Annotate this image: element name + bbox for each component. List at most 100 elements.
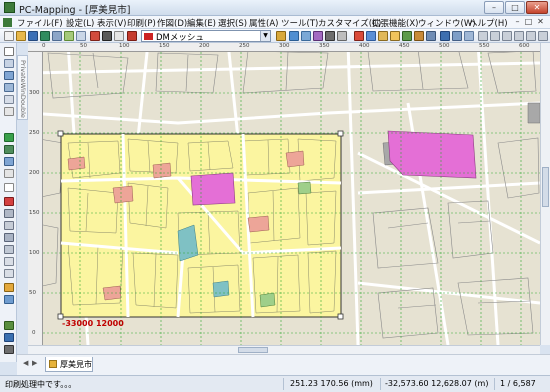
panel-icon[interactable] <box>526 31 536 41</box>
table-icon[interactable] <box>426 31 436 41</box>
layers-icon[interactable] <box>4 333 14 342</box>
select-icon[interactable] <box>4 47 14 56</box>
tab-next-icon[interactable]: ▶ <box>32 359 37 367</box>
menu-select[interactable]: 選択(S) <box>218 17 247 29</box>
hand-icon[interactable] <box>4 95 14 104</box>
zoom-out-icon[interactable] <box>4 83 14 92</box>
copy-icon[interactable] <box>76 31 86 41</box>
scale-icon[interactable] <box>4 245 14 254</box>
pointer-icon[interactable] <box>102 31 112 41</box>
help-icon[interactable] <box>478 31 488 41</box>
delete-icon[interactable] <box>4 197 14 206</box>
menu-extensions[interactable]: 拡張機能(X) <box>372 17 418 29</box>
sheet-icon[interactable] <box>440 31 450 41</box>
palette-tab[interactable]: PrivateWinDouble <box>17 55 28 120</box>
save-icon[interactable] <box>28 31 38 41</box>
facility-magenta <box>387 130 477 179</box>
ruler-tick: 100 <box>29 250 40 256</box>
fit-view-icon[interactable] <box>337 31 347 41</box>
window-tile-icon[interactable] <box>452 31 462 41</box>
menu-file[interactable]: ファイル(F) <box>17 17 63 29</box>
cut-icon[interactable] <box>64 31 74 41</box>
menu-print[interactable]: 印刷(P) <box>127 17 156 29</box>
ruler-tick: 250 <box>239 43 250 49</box>
pan-icon[interactable] <box>325 31 335 41</box>
menu-edit[interactable]: 編集(E) <box>187 17 216 29</box>
layer-icon[interactable] <box>127 31 137 41</box>
tab-sheet[interactable]: 厚美見市 <box>45 357 93 372</box>
mesh-label: -33000 12000 <box>62 319 124 328</box>
info-icon[interactable] <box>490 31 500 41</box>
move-icon[interactable] <box>4 209 14 218</box>
ruler-tick: 350 <box>319 43 330 49</box>
copy-shape-icon[interactable] <box>4 221 14 230</box>
new-file-icon[interactable] <box>4 31 14 41</box>
tab-prev-icon[interactable]: ◀ <box>23 359 28 367</box>
find-icon[interactable] <box>4 283 14 292</box>
style-icon[interactable] <box>390 31 400 41</box>
ruler-tick: 50 <box>80 43 87 49</box>
maximize-button[interactable]: □ <box>505 1 525 14</box>
horizontal-scroll-thumb[interactable] <box>238 347 268 353</box>
attribute-icon[interactable] <box>402 31 412 41</box>
rectangle-select-icon[interactable] <box>4 59 14 68</box>
save-all-icon[interactable] <box>40 31 50 41</box>
ruler-tick: 250 <box>29 130 40 136</box>
more-icon[interactable] <box>538 31 548 41</box>
zoom-out-icon[interactable] <box>313 31 323 41</box>
search-icon[interactable] <box>414 31 424 41</box>
line-icon[interactable] <box>4 183 14 192</box>
menu-window[interactable]: ウィンドウ(W) <box>418 17 476 29</box>
menu-view[interactable]: 表示(V) <box>97 17 126 29</box>
split-shape-icon[interactable] <box>4 257 14 266</box>
rotate-icon[interactable] <box>4 233 14 242</box>
window-title: PC-Mapping - [厚美見市] <box>19 5 131 16</box>
split-icon[interactable] <box>514 31 524 41</box>
mdi-minimize-button[interactable]: – <box>513 18 522 27</box>
menu-draw[interactable]: 作図(D) <box>157 17 187 29</box>
measure-icon[interactable] <box>354 31 364 41</box>
ruler-left: 300 250 200 150 100 50 0 <box>28 52 43 345</box>
zoom-in-icon[interactable] <box>301 31 311 41</box>
merge-icon[interactable] <box>4 269 14 278</box>
vertical-scrollbar[interactable] <box>540 43 550 345</box>
print-icon[interactable] <box>52 31 62 41</box>
chevron-down-icon[interactable]: ▼ <box>260 31 270 41</box>
minimize-button[interactable]: – <box>484 1 504 14</box>
option-icon[interactable] <box>502 31 512 41</box>
map-canvas[interactable]: -33000 12000 <box>28 43 540 345</box>
mdi-restore-button[interactable]: □ <box>524 18 533 27</box>
menu-help[interactable]: ヘルプ(H) <box>469 17 508 29</box>
layer-select[interactable]: DMメッシュ ▼ <box>141 30 271 43</box>
window-cascade-icon[interactable] <box>464 31 474 41</box>
point-icon[interactable] <box>4 107 14 116</box>
text-icon[interactable] <box>4 169 14 178</box>
menu-bar: ファイル(F) 設定(L) 表示(V) 印刷(P) 作図(D) 編集(E) 選択… <box>0 16 550 29</box>
toolbar: DMメッシュ ▼ <box>0 29 550 43</box>
menu-tools[interactable]: ツール(T) <box>281 17 318 29</box>
close-button[interactable]: ✕ <box>526 1 548 14</box>
undo-icon[interactable] <box>90 31 100 41</box>
panel-toggle-icon[interactable] <box>4 345 14 354</box>
menu-settings[interactable]: 設定(L) <box>66 17 94 29</box>
document-icon[interactable] <box>3 18 12 27</box>
ruler-icon[interactable] <box>4 321 14 330</box>
layer-list-icon[interactable] <box>289 31 299 41</box>
grid-icon[interactable] <box>114 31 124 41</box>
layer-tool-icon[interactable] <box>276 31 286 41</box>
building-green <box>259 292 276 308</box>
horizontal-scrollbar[interactable] <box>28 345 540 354</box>
map-drawing[interactable] <box>28 43 540 345</box>
attribute-edit-icon[interactable] <box>4 295 14 304</box>
node-edit-icon[interactable] <box>4 157 14 166</box>
properties-icon[interactable] <box>366 31 376 41</box>
polygon-icon[interactable] <box>4 133 14 142</box>
open-folder-icon[interactable] <box>16 31 26 41</box>
menu-attributes[interactable]: 属性(A) <box>249 17 278 29</box>
polyline-icon[interactable] <box>4 145 14 154</box>
zoom-in-icon[interactable] <box>4 71 14 80</box>
vertical-scroll-thumb[interactable] <box>542 167 549 207</box>
label-icon[interactable] <box>378 31 388 41</box>
mdi-close-button[interactable]: ✕ <box>536 18 545 27</box>
ruler-tick: 150 <box>29 210 40 216</box>
